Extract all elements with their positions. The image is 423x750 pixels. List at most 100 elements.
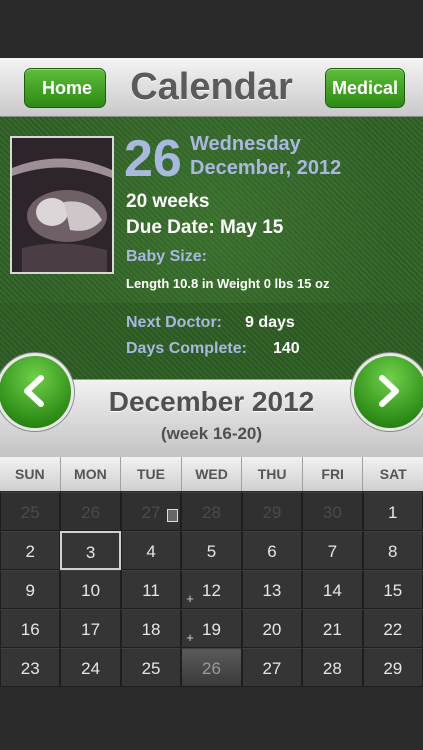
selected-month-year: December, 2012	[190, 157, 342, 179]
weekday-sat: SAT	[379, 466, 407, 482]
day-number: 25	[141, 659, 161, 678]
weekday-tue: TUE	[121, 457, 182, 491]
next-doctor-label: Next Doctor:	[126, 314, 223, 331]
navigation-bar: Home Calendar Medical	[0, 58, 423, 117]
calendar-day-cell[interactable]: 11	[120, 570, 182, 609]
calendar-day-cell[interactable]: 19 +	[181, 609, 242, 648]
ultrasound-picture	[12, 138, 112, 272]
calendar-day-cell[interactable]: 13	[241, 570, 303, 609]
day-number: 15	[383, 581, 403, 600]
calendar-day-cell[interactable]: 3	[60, 531, 121, 570]
calendar-day-cell[interactable]: 21	[302, 609, 363, 648]
calendar-day-cell[interactable]: 23	[0, 648, 61, 687]
selected-weekday: Wednesday	[190, 133, 301, 155]
day-number: 28	[322, 659, 342, 678]
bottom-area	[0, 690, 423, 750]
calendar-day-cell[interactable]: 8	[362, 531, 423, 570]
pregnancy-summary-panel: 26 Wednesday December, 2012 20 weeks Due…	[0, 117, 423, 379]
calendar-day-cell[interactable]: 10	[60, 570, 121, 609]
calendar-day-cell[interactable]: 20	[241, 609, 303, 648]
week-range: (week 16-20)	[160, 424, 263, 443]
calendar-day-cell[interactable]: 15	[362, 570, 423, 609]
calendar-day-cell[interactable]: 17	[60, 609, 121, 648]
calendar-day-cell[interactable]: 16	[0, 609, 61, 648]
day-number: 4	[146, 542, 156, 561]
calendar-day-cell[interactable]: 28	[302, 648, 363, 687]
day-number: 7	[327, 542, 338, 561]
calendar-day-cell[interactable]: 28	[181, 492, 242, 531]
days-complete-value: 140	[273, 340, 300, 357]
days-complete-label: Days Complete:	[126, 340, 247, 357]
day-number: 29	[383, 659, 403, 678]
day-number: 16	[20, 620, 40, 639]
day-number: 22	[383, 620, 403, 639]
calendar-day-cell[interactable]: 26	[60, 492, 121, 531]
chevron-left-icon	[24, 375, 44, 407]
calendar-day-cell[interactable]: 14	[302, 570, 363, 609]
day-number: 26	[202, 659, 221, 678]
calendar-day-cell[interactable]: 25	[0, 492, 61, 531]
next-doctor-value: 9 days	[245, 314, 295, 331]
baby-size-label: Baby Size:	[126, 248, 207, 265]
calendar-day-cell[interactable]: 2	[0, 531, 61, 570]
weekday-mon: MON	[61, 457, 122, 491]
day-number: 30	[322, 503, 342, 522]
chevron-right-icon	[379, 375, 399, 407]
day-number: 5	[206, 542, 217, 561]
day-number: 1	[388, 503, 398, 522]
day-number: 13	[262, 581, 282, 600]
day-number: 28	[202, 503, 221, 522]
calendar-day-cell[interactable]: 26	[181, 648, 242, 687]
day-number: 3	[85, 543, 96, 562]
calendar-day-cell[interactable]: 27	[241, 648, 303, 687]
top-bar	[0, 0, 423, 58]
day-number: 18	[141, 620, 161, 639]
calendar-day-cell[interactable]: 9	[0, 570, 61, 609]
calendar-day-cell[interactable]: 1	[362, 492, 423, 531]
calendar-day-cell[interactable]: 30	[302, 492, 363, 531]
weekday-sun: SUN	[0, 457, 61, 491]
calendar-day-cell[interactable]: 6	[241, 531, 303, 570]
calendar-day-cell[interactable]: 29	[241, 492, 303, 531]
day-number: 6	[267, 542, 277, 561]
calendar-day-cell[interactable]: 12 +	[181, 570, 242, 609]
day-number: 26	[81, 503, 101, 522]
day-number: 29	[262, 503, 282, 522]
day-number: 12	[202, 581, 221, 600]
next-month-button[interactable]	[351, 353, 423, 431]
day-number: 25	[20, 503, 40, 522]
day-number: 23	[20, 659, 40, 678]
weekday-header: SUN MON TUE WED THU FRI SAT	[0, 457, 423, 491]
calendar-day-cell[interactable]: 24	[60, 648, 121, 687]
calendar-day-cell[interactable]: 5	[181, 531, 242, 570]
day-number: 14	[322, 581, 342, 600]
day-number: 24	[81, 659, 101, 678]
note-icon	[166, 509, 178, 522]
day-number: 9	[25, 581, 35, 600]
day-number: 10	[81, 581, 101, 600]
day-number: 11	[142, 581, 160, 600]
calendar-day-cell[interactable]: 7	[302, 531, 363, 570]
calendar-day-cell[interactable]: 22	[362, 609, 423, 648]
calendar-day-cell[interactable]: 25	[120, 648, 182, 687]
ultrasound-image[interactable]	[10, 136, 114, 274]
calendar-grid: 25 26 27 28 29 30 1 2 3 4 5 6 7 8 9 10 11 12 +13 14 15 16 17 18…	[0, 492, 423, 687]
weekday-wed: WED	[182, 457, 243, 491]
calendar-day-cell[interactable]: 29	[362, 648, 423, 687]
calendar-day-cell[interactable]: 4	[120, 531, 182, 570]
day-number: 8	[388, 542, 398, 561]
calendar-day-cell[interactable]: 18	[120, 609, 182, 648]
day-number: 19	[202, 620, 221, 639]
day-number: 27	[262, 659, 282, 678]
baby-measurements: Length 10.8 in Weight 0 lbs 15 oz	[126, 276, 330, 291]
medical-button[interactable]: Medical	[325, 68, 405, 108]
weekday-fri: FRI	[303, 457, 364, 491]
day-number: 20	[262, 620, 282, 639]
weeks-pregnant: 20 weeks	[126, 191, 210, 212]
calendar-day-cell[interactable]: 27	[120, 492, 182, 531]
day-number: 27	[141, 503, 161, 522]
day-number: 17	[81, 620, 101, 639]
due-date: Due Date: May 15	[126, 217, 284, 238]
day-number: 2	[25, 542, 35, 561]
weekday-thu: THU	[242, 457, 303, 491]
